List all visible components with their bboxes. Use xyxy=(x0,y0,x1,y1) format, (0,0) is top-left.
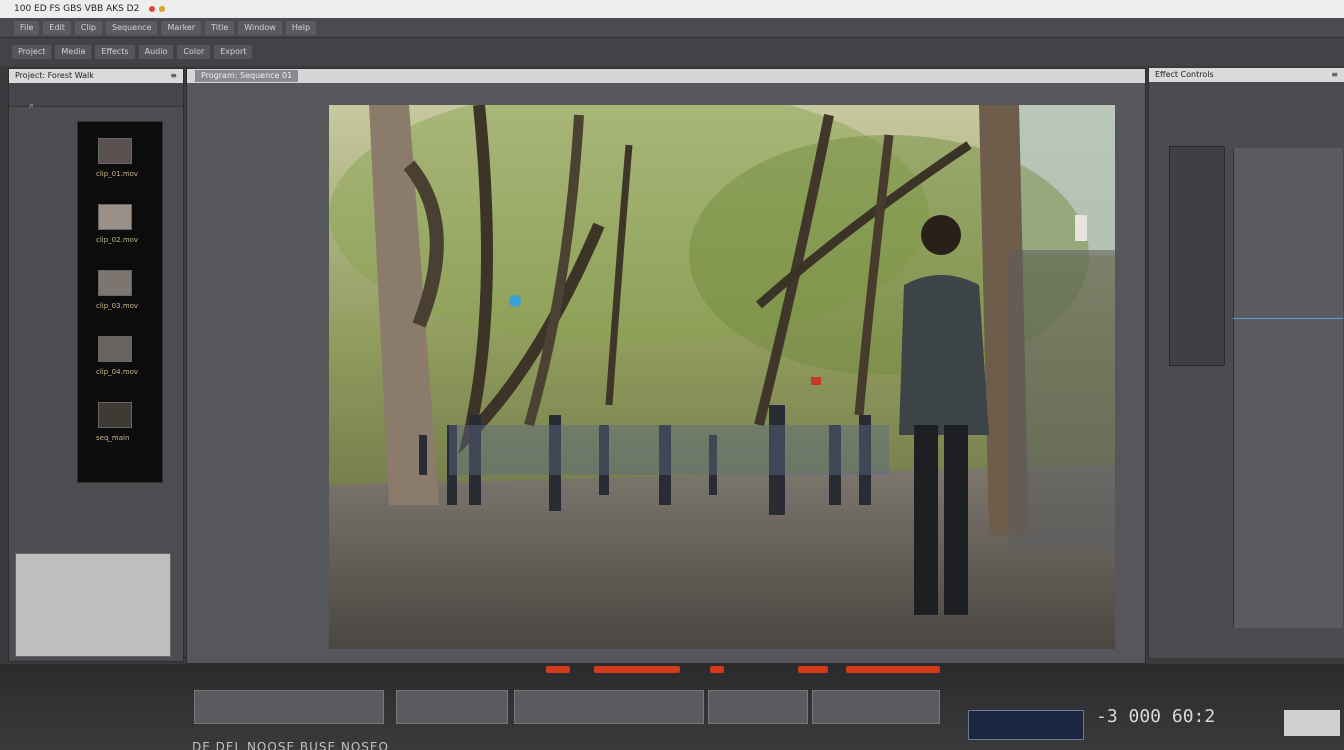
project-item-label: seq_main xyxy=(96,434,130,442)
menu-item[interactable]: File xyxy=(14,20,40,35)
effect-controls-header: Effect Controls ≡ xyxy=(1149,68,1344,82)
close-icon[interactable] xyxy=(149,6,156,12)
timeline-clip[interactable] xyxy=(812,690,940,724)
project-panel: Project: Forest Walk ≡ ⌕ clip_01.mov clip… xyxy=(8,68,184,662)
timecode-display: -3 000 60:2 xyxy=(1096,706,1216,727)
toolbar: Project Media Effects Audio Color Export xyxy=(0,38,1344,66)
timeline-clip[interactable] xyxy=(194,690,384,724)
menu-item[interactable]: Marker xyxy=(161,20,202,35)
marker-bar[interactable] xyxy=(710,666,724,673)
toolbar-item[interactable]: Effects xyxy=(95,45,135,59)
project-bin-list: clip_01.mov clip_02.mov clip_03.mov clip_04… xyxy=(77,121,163,483)
menu-item[interactable]: Window xyxy=(238,20,282,35)
project-item-label: clip_01.mov xyxy=(96,170,139,178)
tab-program[interactable]: Program: Sequence 01 xyxy=(195,70,299,82)
effect-controls-panel: Effect Controls ≡ xyxy=(1148,68,1344,658)
timeline-clip[interactable] xyxy=(708,690,808,724)
project-item-thumb[interactable] xyxy=(98,336,132,362)
project-item-thumb[interactable] xyxy=(98,402,132,428)
timeline-clip[interactable] xyxy=(396,690,508,724)
marker-bar[interactable] xyxy=(846,666,940,673)
project-item-label: clip_04.mov xyxy=(96,368,139,376)
search-icon[interactable]: ⌕ xyxy=(29,101,34,111)
menu-item[interactable]: Clip xyxy=(74,20,102,35)
viewer-frame[interactable] xyxy=(329,105,1115,649)
toolbar-item[interactable]: Media xyxy=(55,45,92,59)
menu-bar: File Edit Clip Sequence Marker Title Window Hel… xyxy=(0,18,1344,38)
program-monitor: Program: Sequence 01 xyxy=(186,68,1146,664)
keyframe-area[interactable] xyxy=(1233,148,1343,628)
marker-bar[interactable] xyxy=(798,666,828,673)
mini-panel xyxy=(1284,710,1340,736)
toolbar-item[interactable]: Color xyxy=(177,45,211,59)
project-panel-toolbar: ⌕ xyxy=(9,83,183,111)
window-title: 100 ED FS GBS VBB AKS D2 xyxy=(14,4,140,14)
effect-parameter-list[interactable] xyxy=(1169,146,1225,366)
marker-bar[interactable] xyxy=(546,666,570,673)
viewer-tab-bar: Program: Sequence 01 xyxy=(187,69,1145,83)
project-item-label: clip_02.mov xyxy=(96,236,139,244)
minimize-icon[interactable] xyxy=(159,6,166,12)
marker-bar[interactable] xyxy=(594,666,680,673)
panel-menu-icon[interactable]: ≡ xyxy=(170,69,177,83)
project-item-thumb[interactable] xyxy=(98,138,132,164)
toolbar-item[interactable]: Export xyxy=(214,45,253,59)
window-title-bar: 100 ED FS GBS VBB AKS D2 xyxy=(0,0,1344,18)
project-item-thumb[interactable] xyxy=(98,204,132,230)
effect-controls-title: Effect Controls xyxy=(1155,70,1214,79)
project-panel-title: Project: Forest Walk xyxy=(15,71,94,80)
project-panel-header: Project: Forest Walk ≡ xyxy=(9,69,183,83)
project-item-label: clip_03.mov xyxy=(96,302,139,310)
menu-item[interactable]: Edit xyxy=(43,20,71,35)
panel-menu-icon[interactable]: ≡ xyxy=(1331,68,1338,82)
timeline-caption: DE DEL NOOSE BUSE NOSEO xyxy=(192,740,389,750)
menu-item[interactable]: Help xyxy=(285,20,317,35)
menu-item[interactable]: Title xyxy=(205,20,235,35)
toolbar-item[interactable]: Project xyxy=(12,45,52,59)
toolbar-item[interactable]: Audio xyxy=(138,45,174,59)
timeline-clip[interactable] xyxy=(514,690,704,724)
audio-meter xyxy=(968,710,1084,740)
playhead-line xyxy=(1233,318,1343,319)
project-item-thumb[interactable] xyxy=(98,270,132,296)
menu-item[interactable]: Sequence xyxy=(106,20,158,35)
window-controls xyxy=(149,6,166,12)
source-preview xyxy=(15,553,171,657)
